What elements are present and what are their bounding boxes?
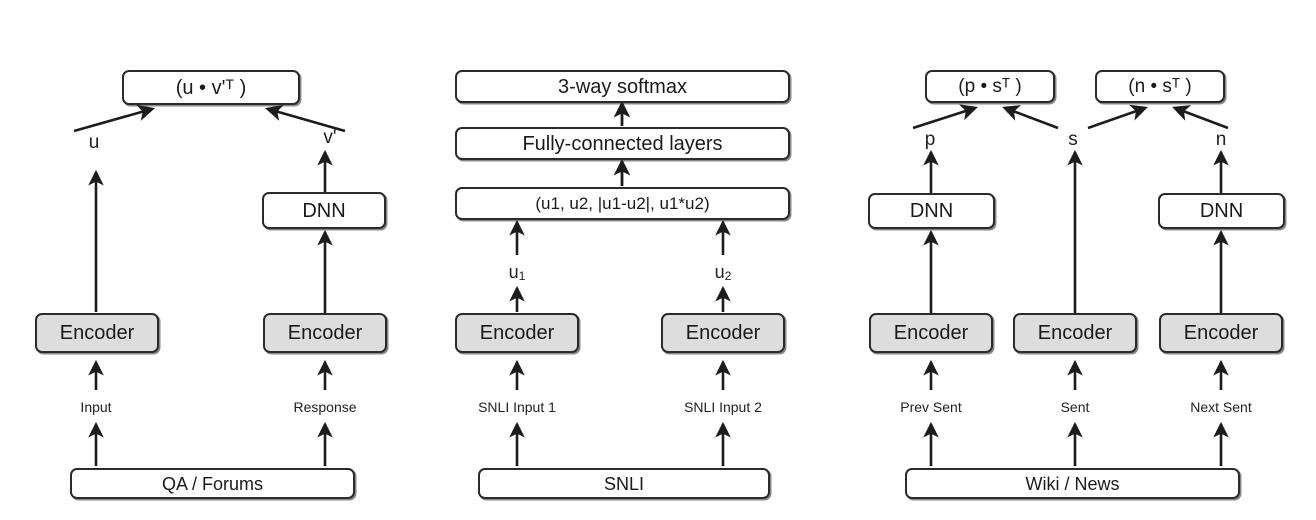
edge-label-prev-sent: Prev Sent	[900, 399, 962, 415]
node-fully-connected-layers: Fully-connected layers	[455, 127, 790, 160]
node-encoder-next-sent: Encoder	[1159, 313, 1283, 353]
node-encoder-snli-1: Encoder	[455, 313, 579, 353]
edge-label-u1-subscript: 1	[518, 269, 526, 284]
node-dataset-snli: SNLI	[478, 468, 770, 499]
node-feature-tuple: (u1, u2, |u1-u2|, u1*u2)	[455, 187, 790, 220]
node-dot-product-ns: (n • sᵀ )	[1095, 70, 1225, 103]
edge-label-u2-base: u	[714, 262, 725, 282]
edge-label-u2: u2	[714, 262, 732, 284]
node-encoder-snli-2: Encoder	[661, 313, 785, 353]
edge-label-n: n	[1215, 129, 1227, 150]
arrow-u-to-dotproduct	[73, 104, 156, 133]
arrow-s-to-dotproduct-next	[1087, 104, 1148, 130]
edge-label-u2-subscript: 2	[724, 269, 732, 284]
edge-label-input: Input	[80, 399, 112, 415]
edge-label-response: Response	[293, 399, 357, 415]
node-encoder-input: Encoder	[35, 313, 159, 353]
edge-label-p: p	[924, 129, 936, 150]
edge-label-next-sent: Next Sent	[1190, 399, 1252, 415]
edge-label-sent: Sent	[1060, 399, 1090, 415]
node-dataset-wiki-news: Wiki / News	[905, 468, 1240, 499]
arrow-p-to-dotproduct-prev	[912, 104, 978, 130]
node-encoder-response: Encoder	[263, 313, 387, 353]
node-3way-softmax: 3-way softmax	[455, 70, 790, 103]
node-dot-product-uv: (u • v'ᵀ )	[122, 70, 300, 105]
node-dnn-prev: DNN	[868, 193, 995, 229]
edge-label-u1: u1	[508, 262, 526, 284]
arrow-s-to-dotproduct-prev	[1002, 105, 1059, 130]
node-dnn-qa: DNN	[262, 192, 386, 229]
edge-label-s: s	[1068, 129, 1078, 150]
edge-label-snli-input-1: SNLI Input 1	[478, 399, 556, 415]
node-encoder-sent: Encoder	[1013, 313, 1137, 353]
edge-label-u: u	[88, 132, 100, 153]
node-encoder-prev-sent: Encoder	[869, 313, 993, 353]
node-dnn-next: DNN	[1158, 193, 1285, 229]
node-dot-product-ps: (p • sᵀ )	[925, 70, 1055, 103]
arrow-n-to-dotproduct-next	[1172, 105, 1229, 130]
diagram-canvas: (u • v'ᵀ ) u v' DNN Encoder Encoder Inpu…	[0, 0, 1316, 520]
edge-label-u1-base: u	[508, 262, 519, 282]
edge-label-snli-input-2: SNLI Input 2	[684, 399, 762, 415]
edge-label-v-prime: v'	[323, 127, 337, 148]
node-dataset-qa-forums: QA / Forums	[70, 468, 355, 499]
